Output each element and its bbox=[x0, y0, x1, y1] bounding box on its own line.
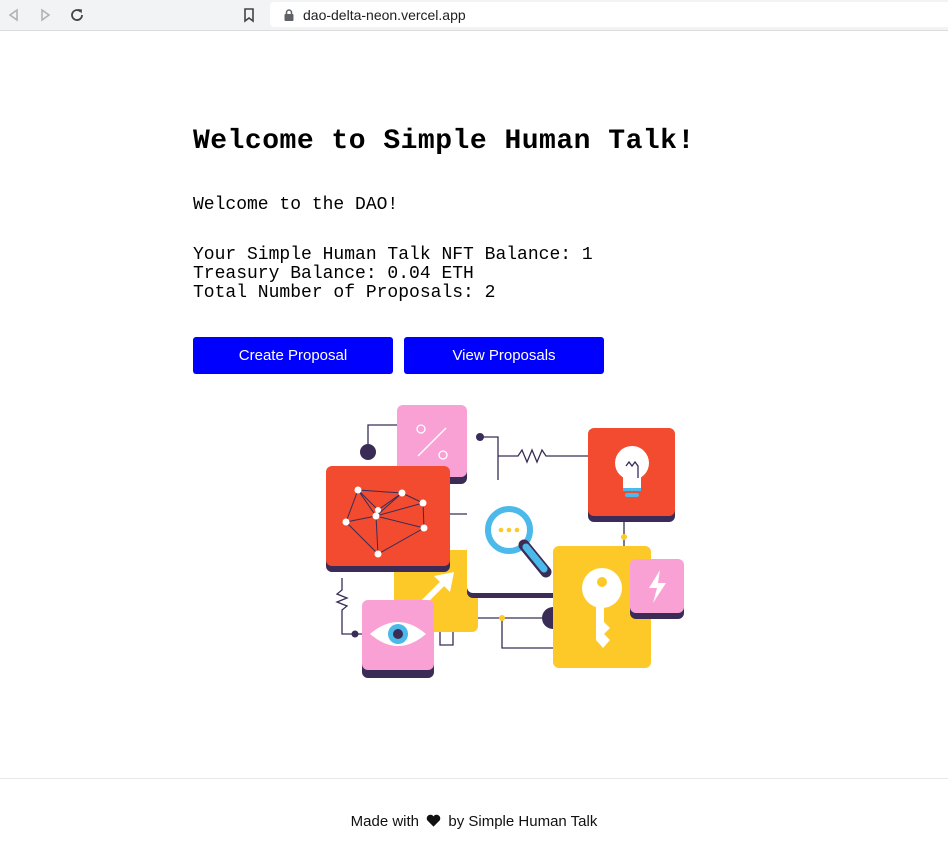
address-bar[interactable]: dao-delta-neon.vercel.app bbox=[270, 2, 948, 27]
forward-icon bbox=[41, 8, 51, 22]
view-proposals-button[interactable]: View Proposals bbox=[404, 337, 604, 374]
lock-icon bbox=[284, 8, 294, 21]
back-button[interactable] bbox=[3, 4, 25, 26]
dao-stats: Your Simple Human Talk NFT Balance: 1 Tr… bbox=[193, 246, 593, 303]
total-proposals: Total Number of Proposals: 2 bbox=[193, 283, 496, 303]
forward-button[interactable] bbox=[34, 4, 56, 26]
bookmark-button[interactable] bbox=[238, 4, 260, 26]
reload-icon bbox=[71, 9, 83, 21]
bookmark-icon bbox=[244, 8, 254, 23]
dao-illustration bbox=[326, 405, 684, 678]
welcome-text: Welcome to the DAO! bbox=[193, 195, 399, 215]
nft-balance: Your Simple Human Talk NFT Balance: 1 bbox=[193, 245, 593, 265]
create-proposal-button[interactable]: Create Proposal bbox=[193, 337, 393, 374]
treasury-balance: Treasury Balance: 0.04 ETH bbox=[193, 264, 474, 284]
page-title: Welcome to Simple Human Talk! bbox=[193, 126, 695, 157]
reload-button[interactable] bbox=[66, 4, 88, 26]
footer: Made with by Simple Human Talk bbox=[0, 813, 948, 830]
footer-divider bbox=[0, 778, 948, 779]
footer-suffix: by Simple Human Talk bbox=[448, 813, 598, 830]
url-text: dao-delta-neon.vercel.app bbox=[303, 6, 466, 23]
browser-toolbar: dao-delta-neon.vercel.app bbox=[0, 0, 948, 31]
back-icon bbox=[8, 8, 18, 22]
footer-prefix: Made with bbox=[350, 813, 420, 830]
heart-icon bbox=[426, 814, 441, 827]
